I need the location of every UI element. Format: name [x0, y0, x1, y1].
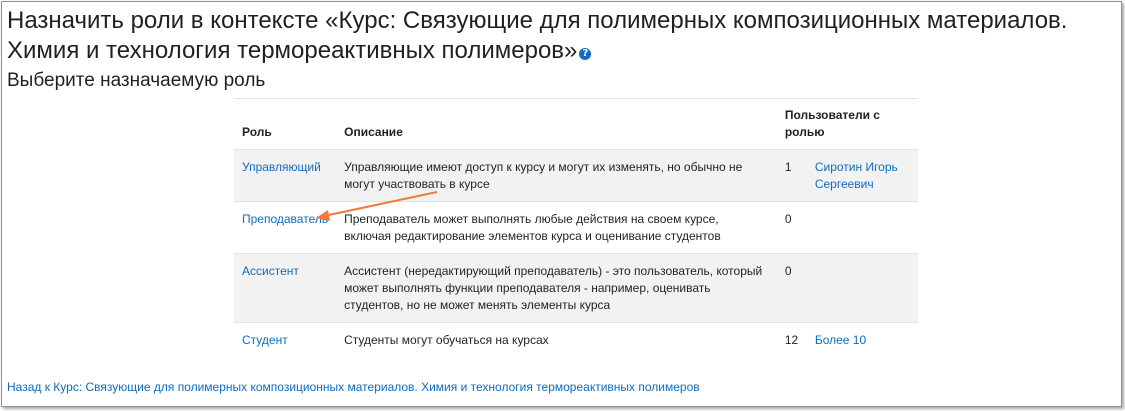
role-cell: Ассистент — [234, 253, 337, 323]
users-cell: Сиротин Игорь Сергеевич — [806, 149, 918, 202]
role-link-student[interactable]: Студент — [242, 333, 288, 347]
table-row: Управляющий Управляющие имеют доступ к к… — [234, 149, 918, 202]
more-users-link[interactable]: Более 10 — [815, 333, 866, 347]
section-subtitle: Выберите назначаемую роль — [7, 70, 266, 91]
roles-table: Роль Описание Пользователи с ролью Управ… — [234, 98, 918, 357]
users-cell: Более 10 — [806, 322, 918, 357]
table-row: Студент Студенты могут обучаться на курс… — [234, 322, 918, 357]
users-cell — [806, 253, 918, 323]
role-link-manager[interactable]: Управляющий — [242, 160, 321, 174]
page-title: Назначить роли в контексте «Курс: Связую… — [7, 6, 1107, 66]
role-cell: Преподаватель — [234, 201, 337, 254]
column-header-role: Роль — [234, 98, 337, 150]
role-cell: Студент — [234, 322, 337, 357]
description-cell: Ассистент (нередактирующий преподаватель… — [336, 253, 777, 323]
back-to-course-link[interactable]: Назад к Курс: Связующие для полимерных к… — [7, 379, 700, 395]
user-count: 0 — [776, 253, 807, 323]
user-link[interactable]: Сиротин Игорь Сергеевич — [815, 160, 898, 191]
description-cell: Преподаватель может выполнять любые дейс… — [336, 201, 777, 254]
page-title-text: Назначить роли в контексте «Курс: Связую… — [7, 7, 1068, 64]
user-count: 1 — [776, 149, 807, 202]
role-link-assistant[interactable]: Ассистент — [242, 264, 299, 278]
table-row: Ассистент Ассистент (нередактирующий пре… — [234, 253, 918, 323]
user-count: 12 — [776, 322, 807, 357]
role-cell: Управляющий — [234, 149, 337, 202]
users-cell — [806, 201, 918, 254]
table-row: Преподаватель Преподаватель может выполн… — [234, 201, 918, 254]
description-cell: Управляющие имеют доступ к курсу и могут… — [336, 149, 777, 202]
column-header-users: Пользователи с ролью — [776, 98, 918, 150]
user-count: 0 — [776, 201, 807, 254]
role-link-teacher[interactable]: Преподаватель — [242, 212, 328, 226]
description-cell: Студенты могут обучаться на курсах — [336, 322, 777, 357]
column-header-description: Описание — [336, 98, 777, 150]
table-header-row: Роль Описание Пользователи с ролью — [234, 98, 918, 150]
question-circle-icon[interactable]: ? — [579, 48, 592, 60]
